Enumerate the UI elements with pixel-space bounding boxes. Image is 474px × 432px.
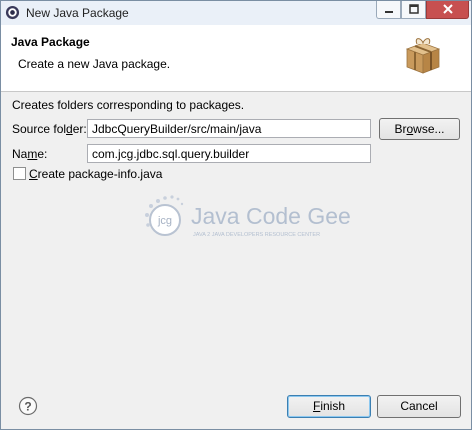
new-java-package-dialog: New Java Package Java Package Create a n… <box>0 0 472 430</box>
package-icon <box>405 38 441 74</box>
minimize-button[interactable] <box>376 1 401 19</box>
wizard-description: Create a new Java package. <box>18 57 171 71</box>
close-button[interactable] <box>426 1 469 19</box>
watermark-title: Java Code Geeks <box>191 203 351 229</box>
create-package-info-label[interactable]: Create package-info.java <box>29 167 162 181</box>
create-package-info-checkbox[interactable] <box>13 167 26 180</box>
wizard-title: Java Package <box>11 35 90 49</box>
svg-text:?: ? <box>24 400 31 414</box>
minimize-icon <box>385 11 393 13</box>
title-bar: New Java Package <box>1 1 471 25</box>
maximize-icon <box>409 4 419 14</box>
java-code-geeks-watermark: jcg Java Code Geeks JAVA 2 JAVA DEVELOPE… <box>145 195 351 238</box>
browse-button[interactable]: Browse... <box>379 118 460 140</box>
name-label: Name: <box>12 147 48 161</box>
close-icon <box>443 4 453 14</box>
watermark-subtitle: JAVA 2 JAVA DEVELOPERS RESOURCE CENTER <box>193 232 320 238</box>
maximize-button[interactable] <box>401 1 426 19</box>
package-name-input[interactable]: com.jcg.jdbc.sql.query.builder <box>87 144 371 163</box>
cancel-button[interactable]: Cancel <box>377 395 461 418</box>
watermark-logo-text: jcg <box>157 215 172 227</box>
wizard-banner: Java Package Create a new Java package. <box>1 25 471 92</box>
source-folder-label: Source folder: <box>12 122 87 136</box>
window-title: New Java Package <box>26 6 129 20</box>
finish-button[interactable]: Finish <box>287 395 371 418</box>
eclipse-app-icon <box>5 5 20 20</box>
help-icon[interactable]: ? <box>18 396 38 416</box>
dialog-footer: ? Finish Cancel <box>1 381 471 429</box>
source-folder-input[interactable]: JdbcQueryBuilder/src/main/java <box>87 119 371 138</box>
intro-text: Creates folders corresponding to package… <box>12 98 245 112</box>
